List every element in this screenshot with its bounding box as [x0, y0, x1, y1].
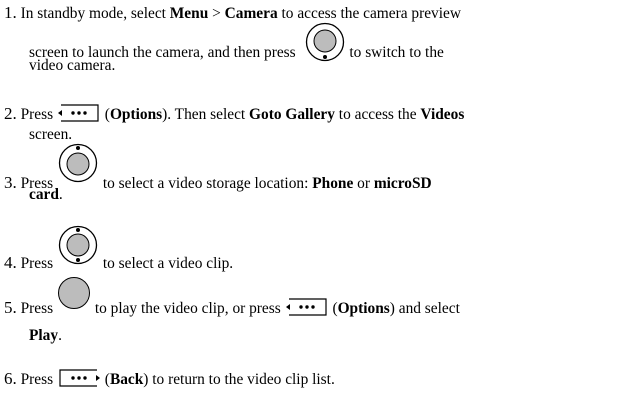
- back-label: Back: [109, 371, 144, 388]
- step-text: Press: [20, 371, 57, 388]
- step-text: >: [208, 5, 225, 22]
- options-label: Options: [109, 106, 163, 123]
- options-label: Options: [337, 299, 390, 317]
- step-number: 1.: [4, 3, 17, 22]
- videos-label: Videos: [420, 106, 465, 123]
- step-4-line-1: 4. Press to select a video clip.: [4, 225, 616, 272]
- step-text: In standby mode, select: [20, 5, 170, 22]
- step-4: 4. Press to select a video clip.: [4, 225, 616, 272]
- step-text: to access the camera preview: [277, 5, 461, 22]
- step-6: 6. Press (Back) to return to the video c…: [4, 369, 616, 390]
- step-1: 1. In standby mode, select Menu > Camera…: [4, 3, 616, 75]
- step-number: 5.: [4, 297, 17, 317]
- step-text: Press: [20, 254, 57, 272]
- left-soft-key-icon: [285, 297, 329, 317]
- step-text: .: [58, 186, 63, 203]
- step-text: ). Then select: [162, 106, 250, 123]
- camera-label: Camera: [224, 5, 278, 22]
- step-text: to access the: [334, 106, 421, 123]
- play-label: Play: [29, 327, 59, 344]
- step-text: (: [100, 106, 110, 123]
- menu-label: Menu: [169, 5, 209, 22]
- phone-label: Phone: [312, 174, 354, 192]
- navigation-key-up-down-icon: [57, 225, 99, 265]
- step-text: (: [328, 299, 338, 317]
- step-text: (: [100, 371, 110, 388]
- step-text: Press: [20, 174, 57, 192]
- step-5: 5. Press to play the video clip, or pres…: [4, 277, 616, 345]
- step-5-line-1: 5. Press to play the video clip, or pres…: [4, 277, 616, 321]
- step-text: to switch to the: [349, 43, 444, 61]
- step-text: Press: [20, 106, 57, 123]
- step-text: to select a video clip.: [102, 254, 234, 272]
- left-soft-key-icon: [57, 103, 101, 123]
- step-number: 3.: [4, 172, 17, 192]
- step-6-line-1: 6. Press (Back) to return to the video c…: [4, 369, 616, 390]
- step-text: screen.: [29, 126, 73, 144]
- step-text: Press: [20, 299, 57, 317]
- step-3: 3. Press to select a video storage locat…: [4, 143, 616, 204]
- step-2-line-1: 2. Press (Options). Then select Goto Gal…: [4, 104, 616, 125]
- right-soft-key-icon: [57, 368, 101, 388]
- step-3-line-1: 3. Press to select a video storage locat…: [4, 143, 616, 192]
- center-select-key-icon: [57, 276, 91, 310]
- step-5-line-2: Play.: [4, 326, 616, 345]
- step-text: .: [58, 327, 62, 344]
- step-1-line-1: 1. In standby mode, select Menu > Camera…: [4, 3, 616, 23]
- step-text: to select a video storage location:: [102, 174, 313, 192]
- step-text: or: [353, 174, 374, 192]
- step-2-line-2: screen.: [4, 125, 616, 144]
- goto-gallery-label: Goto Gallery: [249, 106, 335, 123]
- step-number: 6.: [4, 369, 17, 388]
- step-text: screen to launch the camera, and then pr…: [29, 43, 296, 61]
- step-number: 4.: [4, 252, 17, 272]
- navigation-key-up-icon: [57, 143, 99, 183]
- microsd-label: microSD: [373, 174, 432, 192]
- step-text: ) to return to the video clip list.: [143, 371, 335, 388]
- navigation-key-down-icon: [304, 22, 346, 62]
- step-text: ) and select: [389, 299, 460, 317]
- step-text: to play the video clip, or press: [94, 299, 285, 317]
- step-2: 2. Press (Options). Then select Goto Gal…: [4, 104, 616, 144]
- step-number: 2.: [4, 104, 17, 123]
